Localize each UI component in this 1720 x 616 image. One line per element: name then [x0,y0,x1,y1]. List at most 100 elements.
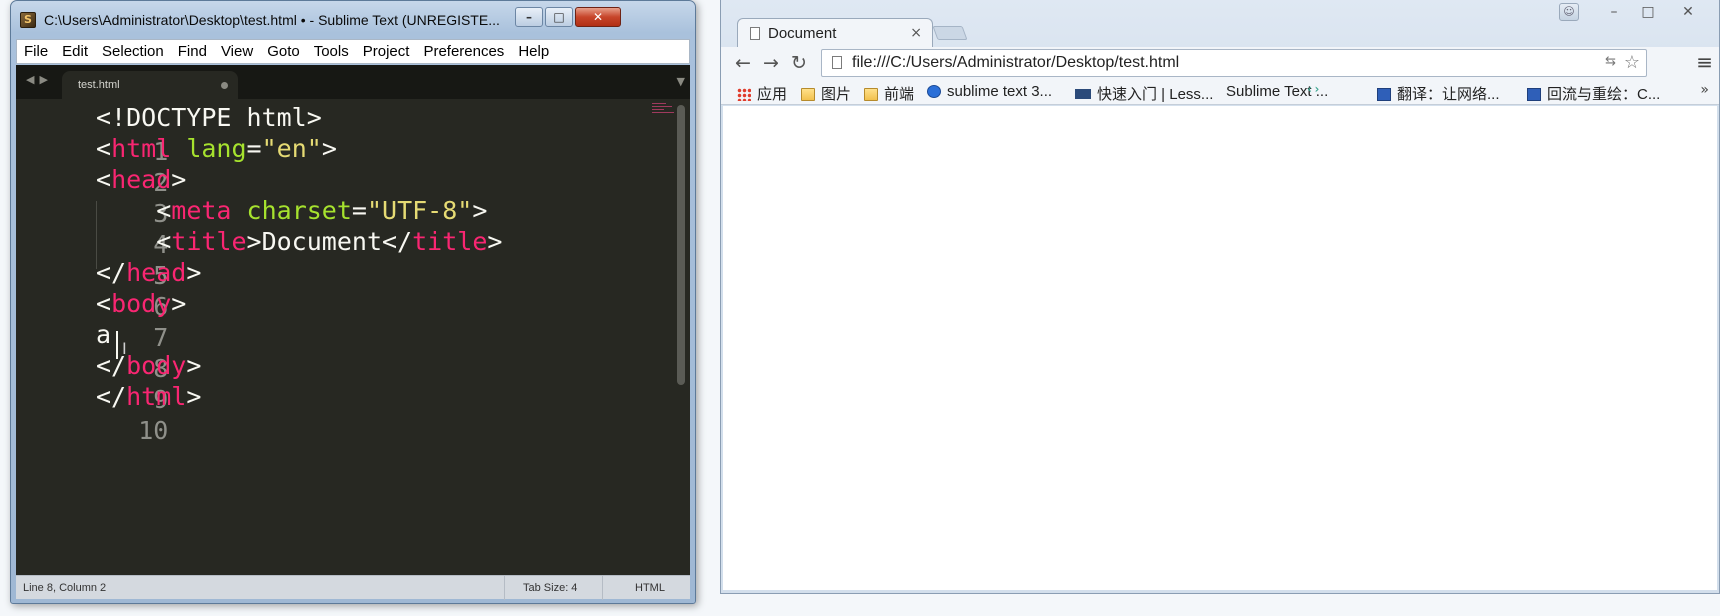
tag-name: title [171,227,247,256]
sublime-window: S C:\Users\Administrator\Desktop\test.ht… [10,0,696,604]
bookmark-sublime-text[interactable]: ‹› Sublime Text ... [1226,82,1328,101]
tag-name: title [412,227,488,256]
tab-title: Document [768,25,837,42]
tag-name: body [111,289,172,318]
close-button[interactable]: ✕ [575,7,621,27]
bookmark-label: 快速入门 | Less... [1097,86,1214,103]
menu-view[interactable]: View [214,43,260,60]
menu-goto[interactable]: Goto [260,43,307,60]
bookmark-label: 前端 [884,86,915,103]
code-text: <!DOCTYPE html> [96,103,322,132]
menu-tools[interactable]: Tools [307,43,356,60]
code-line-9: 9 </body> [16,349,656,414]
tab-dropdown-icon[interactable]: ▼ [677,75,685,88]
bookmark-folder-images[interactable]: 图片 [801,83,851,104]
punctuation: > [186,258,202,287]
bookmark-less[interactable]: 快速入门 | Less... [1075,83,1213,104]
chrome-toolbar: ← → ↻ file:///C:/Users/Administrator/Des… [721,47,1719,79]
bookmark-reflow-repaint[interactable]: 回流与重绘：C... [1527,83,1660,104]
sublime-menubar: File Edit Selection Find View Goto Tools… [16,39,690,64]
bookmark-label: 图片 [821,86,852,103]
status-cursor-position: Line 8, Column 2 [23,582,107,594]
bookmarks-bar: 应用 图片 前端 sublime text 3... 快速入门 | Less..… [721,79,1719,105]
tab-test-html[interactable]: test.html [62,71,238,99]
tag-name: meta [171,196,232,225]
new-tab-button[interactable] [932,26,968,40]
tag-name: head [126,258,187,287]
page-viewport[interactable] [723,106,1717,590]
code-line-3: 3 <head> [16,163,656,228]
attribute-name: lang [171,134,247,163]
translate-icon[interactable]: ⇆ [1605,54,1616,69]
ibeam-cursor-icon: I [122,339,127,358]
tag-name: html [126,382,187,411]
menu-help[interactable]: Help [511,43,556,60]
site-favicon-icon [1377,88,1391,101]
tab-close-icon[interactable]: × [910,25,922,41]
menu-find[interactable]: Find [171,43,214,60]
profile-icon[interactable]: ☺ [1559,3,1579,21]
attribute-value: "en" [261,134,322,163]
menu-project[interactable]: Project [356,43,417,60]
code-editor[interactable]: 1 <!DOCTYPE html> 2 <html lang="en"> 3 <… [16,99,690,575]
bookmark-apps[interactable]: 应用 [737,83,787,104]
bookmark-label: 翻译：让网络... [1397,86,1500,103]
bookmarks-overflow-icon[interactable]: » [1700,82,1709,98]
browser-tab[interactable]: Document × [737,18,933,48]
url-text[interactable]: file:///C:/Users/Administrator/Desktop/t… [852,54,1179,72]
punctuation: > [186,382,202,411]
forward-icon[interactable]: → [759,51,783,75]
punctuation: > [171,165,187,194]
maximize-button[interactable]: □ [1631,2,1665,22]
punctuation: < [96,165,112,194]
bookmark-folder-frontend[interactable]: 前端 [864,83,914,104]
close-button[interactable]: ✕ [1671,2,1705,22]
attribute-value: "UTF-8" [366,196,473,225]
tab-nav-arrows-icon[interactable]: ◀▶ [26,73,53,86]
address-bar[interactable]: file:///C:/Users/Administrator/Desktop/t… [821,49,1647,77]
status-tab-size[interactable]: Tab Size: 4 [504,576,586,600]
menu-selection[interactable]: Selection [95,43,171,60]
punctuation: < [96,196,172,225]
bookmark-translate[interactable]: 翻译：让网络... [1377,83,1500,104]
code-line-4: 4 <meta charset="UTF-8"> [16,194,656,259]
punctuation: = [246,134,262,163]
code-line-5: 5 <title>Document</title> [16,225,656,290]
bookmark-label: 应用 [757,86,788,103]
menu-preferences[interactable]: Preferences [416,43,511,60]
text-content: >Document</ [246,227,413,256]
code-favicon-icon: ‹› [1306,82,1321,96]
tab-label: test.html [78,79,120,91]
minimize-button[interactable]: – [515,7,543,27]
vertical-scrollbar[interactable] [677,105,685,385]
status-syntax[interactable]: HTML [602,576,690,600]
minimize-button[interactable]: – [1597,2,1631,22]
minimap[interactable] [652,103,674,119]
punctuation: > [472,196,488,225]
code-line-2: 2 <html lang="en"> [16,132,656,197]
code-text: a [96,320,112,349]
unsaved-dot-icon[interactable] [221,82,228,89]
maximize-button[interactable]: □ [545,7,573,27]
bookmark-sublime-text-3[interactable]: sublime text 3... [927,83,1052,100]
back-icon[interactable]: ← [731,51,755,75]
code-line-6: 6 </head> [16,256,656,321]
chrome-menu-icon[interactable]: ≡ [1696,51,1713,73]
tag-name: html [111,134,172,163]
punctuation: > [487,227,503,256]
punctuation: > [186,351,202,380]
bookmark-star-icon[interactable]: ☆ [1624,52,1640,73]
sublime-app-icon: S [20,12,36,28]
punctuation: < [96,289,112,318]
chrome-tabstrip: Document × ☺ – □ ✕ [721,0,1719,48]
sublime-titlebar[interactable]: S C:\Users\Administrator\Desktop\test.ht… [11,1,695,37]
bookmark-label: 回流与重绘：C... [1547,86,1661,103]
site-favicon-icon [1527,88,1541,101]
menu-file[interactable]: File [17,43,55,60]
sublime-window-title: C:\Users\Administrator\Desktop\test.html… [44,12,500,28]
sublime-statusbar: Line 8, Column 2 Tab Size: 4 HTML [16,575,690,600]
reload-icon[interactable]: ↻ [787,51,811,75]
menu-edit[interactable]: Edit [55,43,95,60]
sublime-tabbar: ◀▶ test.html ▼ [16,65,690,99]
code-line-10: 10 </html> [16,380,656,445]
